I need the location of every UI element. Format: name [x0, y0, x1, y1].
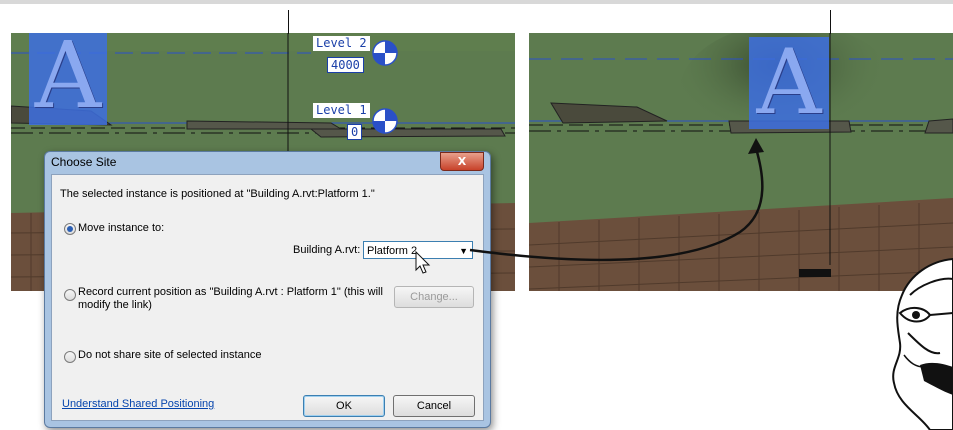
- move-arrow: [469, 147, 764, 262]
- presenter-caricature: [892, 257, 953, 430]
- arrow-head-icon: [748, 138, 764, 154]
- mouse-cursor-icon: [415, 250, 431, 274]
- annotation-overlay: [415, 138, 764, 274]
